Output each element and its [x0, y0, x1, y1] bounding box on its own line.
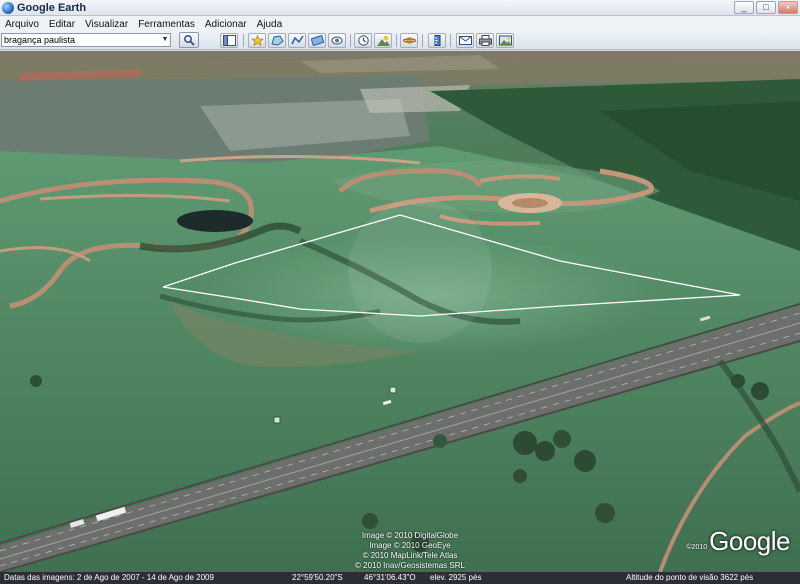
window-controls: _ □ × — [734, 1, 798, 14]
map-view[interactable]: Image © 2010 DigitalGlobe Image © 2010 G… — [0, 51, 800, 572]
longitude-readout: 46°31'06.43"O — [364, 573, 416, 582]
path-icon — [290, 35, 304, 45]
menu-bar: Arquivo Editar Visualizar Ferramentas Ad… — [0, 16, 800, 32]
toolbar-separator — [450, 34, 451, 47]
menu-visualizar[interactable]: Visualizar — [85, 19, 128, 30]
eye-altitude-readout: Altitude do ponto de visão 3622 pés — [626, 573, 754, 582]
ruler-button[interactable] — [428, 33, 446, 48]
menu-editar[interactable]: Editar — [49, 19, 75, 30]
search-button[interactable] — [179, 32, 199, 48]
menu-arquivo[interactable]: Arquivo — [5, 19, 39, 30]
print-button[interactable] — [476, 33, 494, 48]
sidebar-icon — [222, 35, 236, 46]
image-overlay-icon — [310, 35, 324, 46]
elevation-readout: elev. 2925 pés — [430, 573, 482, 582]
polygon-icon — [270, 35, 284, 46]
menu-adicionar[interactable]: Adicionar — [205, 19, 247, 30]
ruler-icon — [434, 35, 440, 46]
sun-icon — [376, 35, 390, 46]
email-button[interactable] — [456, 33, 474, 48]
sidebar-toggle-button[interactable] — [220, 33, 238, 48]
logo-text: Google — [709, 526, 790, 556]
toolbar: bragança paulista ▼ — [0, 32, 800, 50]
attribution-line: © 2010 MapLink/Tele Atlas — [362, 551, 458, 560]
menu-ferramentas[interactable]: Ferramentas — [138, 19, 195, 30]
close-button[interactable]: × — [778, 1, 798, 14]
search-icon — [184, 35, 195, 46]
search-input-value[interactable]: bragança paulista — [2, 35, 160, 45]
print-icon — [478, 35, 492, 46]
google-logo: ©2010 Google — [686, 526, 790, 557]
search-input[interactable]: bragança paulista ▼ — [1, 33, 171, 47]
google-earth-app-icon — [2, 1, 14, 14]
add-image-overlay-button[interactable] — [308, 33, 326, 48]
add-polygon-button[interactable] — [268, 33, 286, 48]
attribution-line: © 2010 Inav/Geosistemas SRL — [355, 561, 465, 570]
placemark-icon — [250, 35, 264, 46]
logo-copyright: ©2010 — [686, 544, 708, 551]
imagery-attribution: Image © 2010 DigitalGlobe Image © 2010 G… — [330, 531, 490, 571]
status-bar: Datas das imagens: 2 de Ago de 2007 - 14… — [0, 572, 800, 584]
record-tour-icon — [331, 36, 342, 45]
add-path-button[interactable] — [288, 33, 306, 48]
window-title: Google Earth — [17, 1, 87, 14]
toolbar-separator — [350, 34, 351, 47]
attribution-line: Image © 2010 GeoEye — [369, 541, 451, 550]
record-tour-button[interactable] — [328, 33, 346, 48]
title-bar: Google Earth _ □ × — [0, 0, 800, 16]
email-icon — [458, 36, 472, 45]
toolbar-separator — [396, 34, 397, 47]
save-image-button[interactable] — [496, 33, 514, 48]
toolbar-separator — [243, 34, 244, 47]
historical-imagery-button[interactable] — [354, 33, 372, 48]
satellite-imagery[interactable] — [0, 51, 800, 572]
historical-imagery-icon — [357, 35, 369, 46]
menu-ajuda[interactable]: Ajuda — [257, 19, 283, 30]
maximize-button[interactable]: □ — [756, 1, 776, 14]
latitude-readout: 22°59'50.20"S — [292, 573, 343, 582]
planets-button[interactable] — [400, 33, 418, 48]
save-image-icon — [498, 35, 512, 46]
sunlight-button[interactable] — [374, 33, 392, 48]
add-placemark-button[interactable] — [248, 33, 266, 48]
planets-icon — [402, 37, 416, 44]
toolbar-separator — [422, 34, 423, 47]
attribution-line: Image © 2010 DigitalGlobe — [361, 531, 459, 540]
chevron-down-icon[interactable]: ▼ — [160, 34, 170, 46]
imagery-dates: Datas das imagens: 2 de Ago de 2007 - 14… — [4, 573, 214, 582]
minimize-button[interactable]: _ — [734, 1, 754, 14]
